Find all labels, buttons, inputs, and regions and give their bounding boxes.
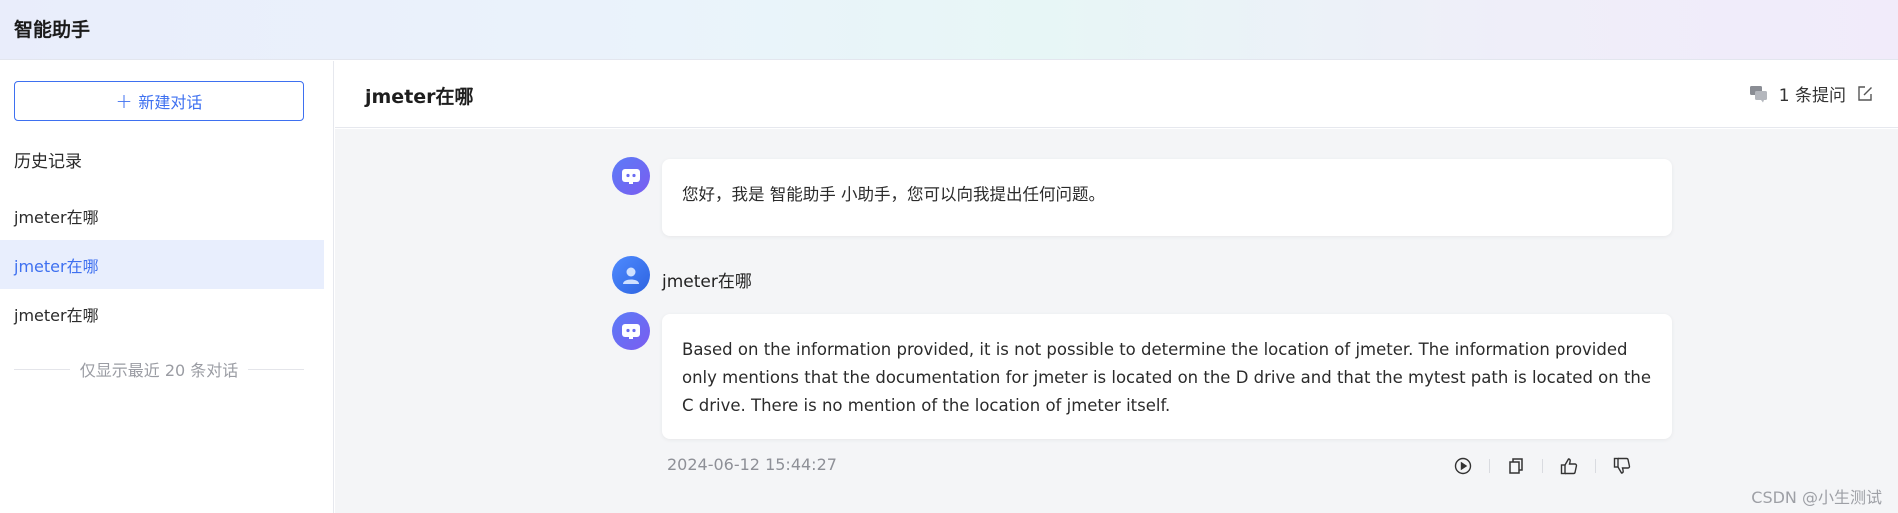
- plus-icon: +: [115, 89, 133, 113]
- play-icon[interactable]: [1437, 457, 1489, 475]
- history-list: jmeter在哪 jmeter在哪 jmeter在哪: [0, 191, 324, 338]
- question-count: 1 条提问: [1778, 86, 1846, 106]
- conversation-title: jmeter在哪: [365, 86, 474, 108]
- history-item[interactable]: jmeter在哪: [0, 191, 324, 240]
- divider-line: [248, 368, 305, 370]
- header-actions: 1 条提问: [1749, 81, 1874, 106]
- answer-text: Based on the information provided, it is…: [682, 340, 1652, 415]
- user-message: jmeter在哪: [662, 272, 752, 292]
- sidebar: + 新建对话 历史记录 jmeter在哪 jmeter在哪 jmeter在哪 仅…: [0, 61, 334, 513]
- bot-avatar: [612, 312, 650, 350]
- user-avatar: [612, 256, 650, 294]
- history-limit-note: 仅显示最近 20 条对话: [14, 357, 305, 381]
- new-chat-label: 新建对话: [138, 93, 203, 112]
- divider-line: [14, 368, 70, 370]
- chat-bubbles-icon: [1749, 85, 1769, 103]
- edit-icon[interactable]: [1856, 85, 1874, 103]
- message-timestamp: 2024-06-12 15:44:27: [667, 455, 837, 474]
- thumbs-up-icon[interactable]: [1543, 457, 1595, 475]
- history-title: 历史记录: [14, 152, 82, 172]
- thumbs-down-icon[interactable]: [1596, 457, 1648, 475]
- bot-avatar: [612, 157, 650, 195]
- history-item-active[interactable]: jmeter在哪: [0, 240, 324, 289]
- watermark: CSDN @小生测试: [1751, 488, 1882, 507]
- history-item[interactable]: jmeter在哪: [0, 289, 324, 338]
- chat-area: 您好，我是 智能助手 小助手，您可以向我提出任何问题。 jmeter在哪 Bas…: [335, 129, 1898, 513]
- top-bar: 智能助手: [0, 0, 1898, 60]
- new-chat-button[interactable]: + 新建对话: [14, 81, 304, 121]
- copy-icon[interactable]: [1490, 457, 1542, 475]
- greeting-text: 您好，我是 智能助手 小助手，您可以向我提出任何问题。: [682, 185, 1105, 204]
- history-limit-text: 仅显示最近 20 条对话: [79, 361, 239, 380]
- greeting-message: 您好，我是 智能助手 小助手，您可以向我提出任何问题。: [662, 159, 1672, 236]
- message-actions: [1437, 451, 1673, 481]
- answer-message: Based on the information provided, it is…: [662, 314, 1672, 439]
- app-title: 智能助手: [14, 19, 91, 41]
- conversation-header: jmeter在哪 1 条提问: [335, 61, 1898, 128]
